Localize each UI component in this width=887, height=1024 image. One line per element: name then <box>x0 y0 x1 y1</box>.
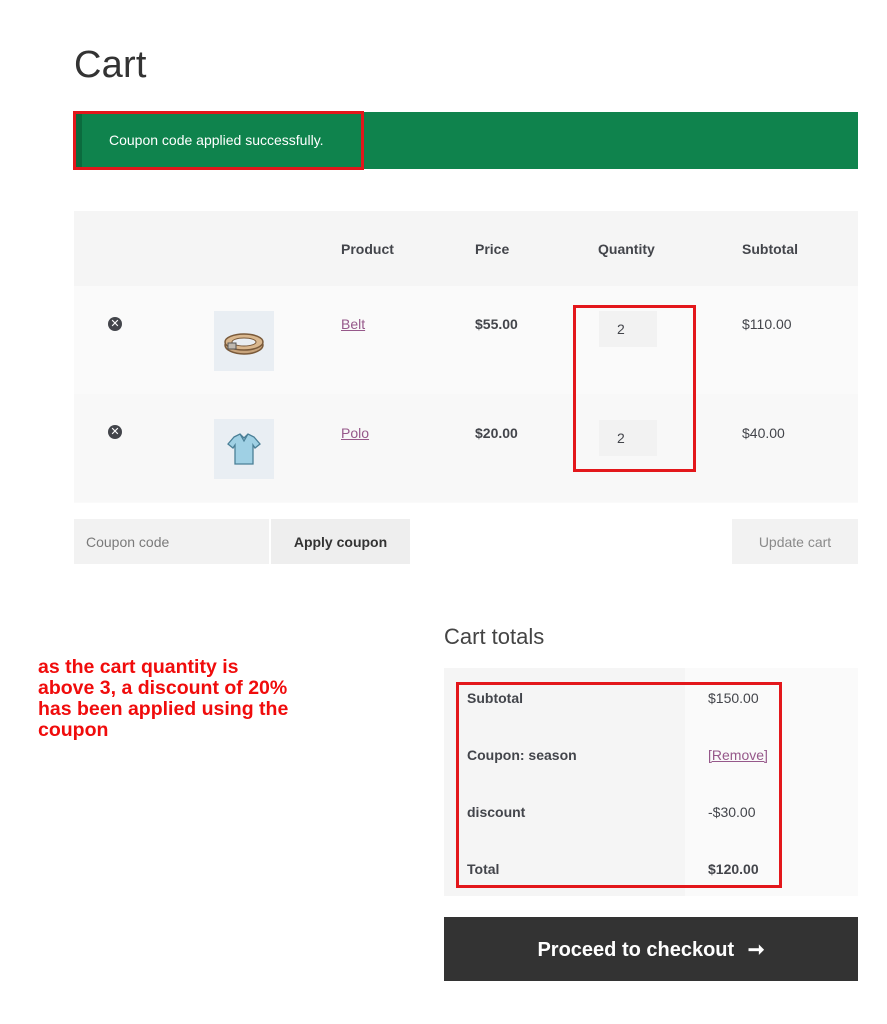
polo-shirt-image <box>227 433 261 465</box>
annotation-text: as the cart quantity is above 3, a disco… <box>38 657 398 741</box>
annotation-line: has been applied using the <box>38 698 289 720</box>
quantity-highlight-box <box>573 305 696 472</box>
coupon-code-input[interactable] <box>74 519 269 564</box>
product-price: $55.00 <box>475 316 518 332</box>
annotation-line: as the cart quantity is <box>38 656 239 678</box>
cart-totals-title: Cart totals <box>444 624 545 649</box>
arrow-right-icon: ➞ <box>747 938 765 961</box>
cart-table-header: Product Price Quantity Subtotal <box>74 211 858 286</box>
product-thumbnail-belt[interactable] <box>214 311 274 371</box>
remove-item-icon[interactable]: ✕ <box>108 425 122 439</box>
proceed-to-checkout-button[interactable]: Proceed to checkout ➞ <box>444 917 858 981</box>
product-price: $20.00 <box>475 425 518 441</box>
line-subtotal: $40.00 <box>742 425 785 441</box>
header-quantity: Quantity <box>598 241 655 257</box>
page-title: Cart <box>74 44 147 86</box>
notice-highlight-box <box>73 111 364 170</box>
annotation-line: coupon <box>38 719 109 741</box>
totals-highlight-box <box>456 682 782 888</box>
cart-row: ✕ Polo $20.00 $40.00 <box>74 394 858 502</box>
line-subtotal: $110.00 <box>742 316 792 332</box>
annotation-line: above 3, a discount of 20% <box>38 677 288 699</box>
update-cart-button[interactable]: Update cart <box>732 519 858 564</box>
table-bottom <box>74 502 858 503</box>
product-link-polo[interactable]: Polo <box>341 425 369 441</box>
product-thumbnail-polo[interactable] <box>214 419 274 479</box>
header-subtotal: Subtotal <box>742 241 798 257</box>
apply-coupon-button[interactable]: Apply coupon <box>271 519 410 564</box>
header-product: Product <box>341 241 394 257</box>
remove-item-icon[interactable]: ✕ <box>108 317 122 331</box>
cart-row: ✕ Belt $55.00 $110.00 <box>74 286 858 394</box>
product-link-belt[interactable]: Belt <box>341 316 365 332</box>
checkout-label: Proceed to checkout <box>537 938 735 961</box>
header-price: Price <box>475 241 510 257</box>
belt-image <box>224 333 264 355</box>
